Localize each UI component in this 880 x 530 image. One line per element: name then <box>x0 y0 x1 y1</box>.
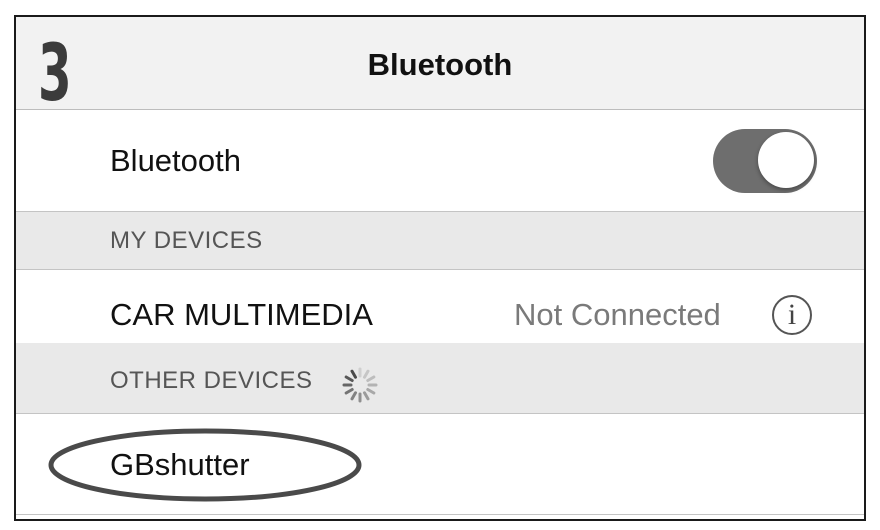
highlight-ellipse <box>48 428 362 502</box>
my-devices-section-header: MY DEVICES <box>16 212 864 269</box>
toggle-knob <box>758 132 814 188</box>
info-circle-icon[interactable]: i <box>772 295 812 335</box>
divider <box>16 514 864 515</box>
page-title: Bluetooth <box>367 47 513 82</box>
device-row-car-multimedia[interactable]: CAR MULTIMEDIA <box>16 270 864 343</box>
navigation-bar: 3 Bluetooth <box>16 17 864 113</box>
other-devices-section-header: OTHER DEVICES <box>16 343 864 413</box>
bluetooth-toggle-switch[interactable] <box>713 129 817 193</box>
my-devices-header-label: MY DEVICES <box>110 227 263 254</box>
bluetooth-row-label: Bluetooth <box>110 143 241 178</box>
device-connection-status: Not Connected <box>514 297 721 332</box>
bluetooth-settings-screen: 3 Bluetooth Bluetooth MY DEVICES CAR MUL… <box>14 15 866 521</box>
loading-spinner-icon <box>342 367 378 403</box>
other-devices-header-label: OTHER DEVICES <box>110 367 313 394</box>
device-name: CAR MULTIMEDIA <box>110 297 373 332</box>
